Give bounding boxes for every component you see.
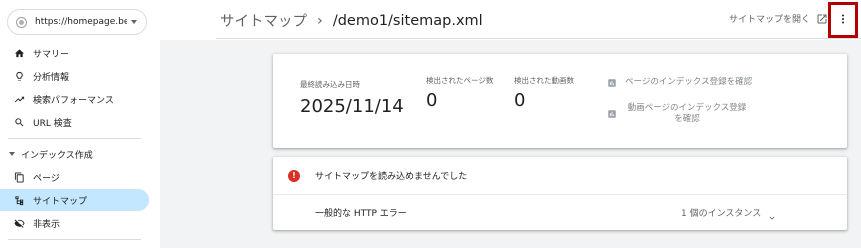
sidebar-item-sitemaps[interactable]: サイトマップ: [0, 189, 149, 211]
sidebar-item-performance[interactable]: 検索パフォーマンス: [0, 88, 149, 110]
sitemap-icon: [13, 194, 25, 206]
error-icon: !: [288, 169, 300, 182]
more-options-button[interactable]: [828, 2, 858, 38]
breadcrumb-current: /demo1/sitemap.xml: [332, 12, 483, 29]
sidebar-item-insights[interactable]: 分析情報: [0, 65, 149, 87]
header-divider: [216, 38, 861, 39]
check-page-indexing-link[interactable]: ページのインデックス登録を確認: [607, 77, 767, 88]
sidebar-item-summary[interactable]: サマリー: [0, 42, 149, 64]
expand-chevron-icon[interactable]: [767, 208, 777, 227]
sidebar-item-label: サイトマップ: [33, 196, 88, 207]
sitemap-error-card: ! サイトマップを読み込めませんでした 一般的な HTTP エラー 1 個のイン…: [273, 157, 847, 230]
stat-discovered-pages: 検出されたページ数 0: [426, 76, 502, 111]
error-instance-count: 1 個のインスタンス: [681, 209, 762, 219]
open-sitemap-label: サイトマップを開く: [729, 15, 811, 25]
error-detail-name: 一般的な HTTP エラー: [315, 209, 407, 219]
open-in-new-icon: [816, 13, 828, 25]
stat-last-read: 最終読み込み日時 2025/11/14: [300, 80, 404, 117]
bar-chart-icon: [607, 78, 617, 88]
error-detail-row[interactable]: 一般的な HTTP エラー 1 個のインスタンス: [273, 195, 847, 230]
check-video-indexing-link[interactable]: 動画ページのインデックス登録を確認: [607, 103, 759, 125]
sidebar-section-label: インデックス作成: [21, 150, 93, 161]
sidebar-item-label: ページ: [33, 173, 60, 184]
sidebar-item-label: 分析情報: [33, 72, 70, 83]
sidebar-item-label: サマリー: [33, 49, 70, 60]
check-video-indexing-label: 動画ページのインデックス登録を確認: [627, 103, 747, 124]
home-icon: [13, 47, 25, 59]
sidebar-item-pages[interactable]: ページ: [0, 166, 149, 188]
dropdown-caret-icon: [131, 20, 137, 24]
sidebar-item-label: 検索パフォーマンス: [33, 95, 114, 106]
sidebar-item-url-inspection[interactable]: URL 検査: [0, 111, 149, 133]
search-icon: [13, 116, 25, 128]
sidebar-item-label: URL 検査: [33, 118, 72, 129]
sidebar-section-indexing[interactable]: インデックス作成: [0, 143, 149, 165]
sidebar-item-removals[interactable]: 非表示: [0, 212, 149, 234]
error-header: ! サイトマップを読み込めませんでした: [273, 157, 847, 195]
property-selector[interactable]: https://homepage.beppu-: [7, 9, 147, 35]
sidebar-divider: [8, 239, 141, 240]
property-favicon-icon: [16, 16, 27, 28]
lightbulb-icon: [13, 70, 25, 82]
error-title: サイトマップを読み込めませんでした: [315, 172, 468, 182]
stat-value: 2025/11/14: [300, 96, 404, 117]
open-sitemap-link[interactable]: サイトマップを開く: [729, 12, 828, 25]
header: サイトマップ › /demo1/sitemap.xml サイトマップを開く: [216, 0, 861, 40]
breadcrumb-separator: ›: [317, 12, 323, 29]
stat-value: 0: [514, 90, 526, 111]
main-content: 最終読み込み日時 2025/11/14 検出されたページ数 0 検出された動画数…: [160, 40, 861, 248]
sidebar: https://homepage.beppu- サマリー 分析情報 検索パフォー…: [0, 0, 160, 248]
stat-label: 検出されたページ数: [426, 76, 494, 85]
check-page-indexing-label: ページのインデックス登録を確認: [625, 77, 753, 87]
bar-chart-icon: [607, 109, 617, 119]
eye-off-icon: [13, 217, 25, 229]
pages-icon: [13, 171, 25, 183]
stat-value: 0: [426, 90, 438, 111]
more-vert-icon: [837, 11, 849, 30]
stat-label: 最終読み込み日時: [300, 80, 360, 89]
sidebar-item-label: 非表示: [33, 219, 61, 230]
property-url: https://homepage.beppu-: [35, 17, 127, 27]
breadcrumb-root[interactable]: サイトマップ: [220, 10, 307, 31]
stat-label: 検出された動画数: [514, 76, 574, 85]
trending-up-icon: [13, 93, 25, 105]
breadcrumb: サイトマップ › /demo1/sitemap.xml: [220, 10, 483, 31]
sidebar-divider: [8, 138, 141, 139]
stat-discovered-videos: 検出された動画数 0: [514, 76, 574, 111]
collapse-caret-icon: [9, 152, 15, 156]
sitemap-stats-card: 最終読み込み日時 2025/11/14 検出されたページ数 0 検出された動画数…: [273, 54, 847, 148]
